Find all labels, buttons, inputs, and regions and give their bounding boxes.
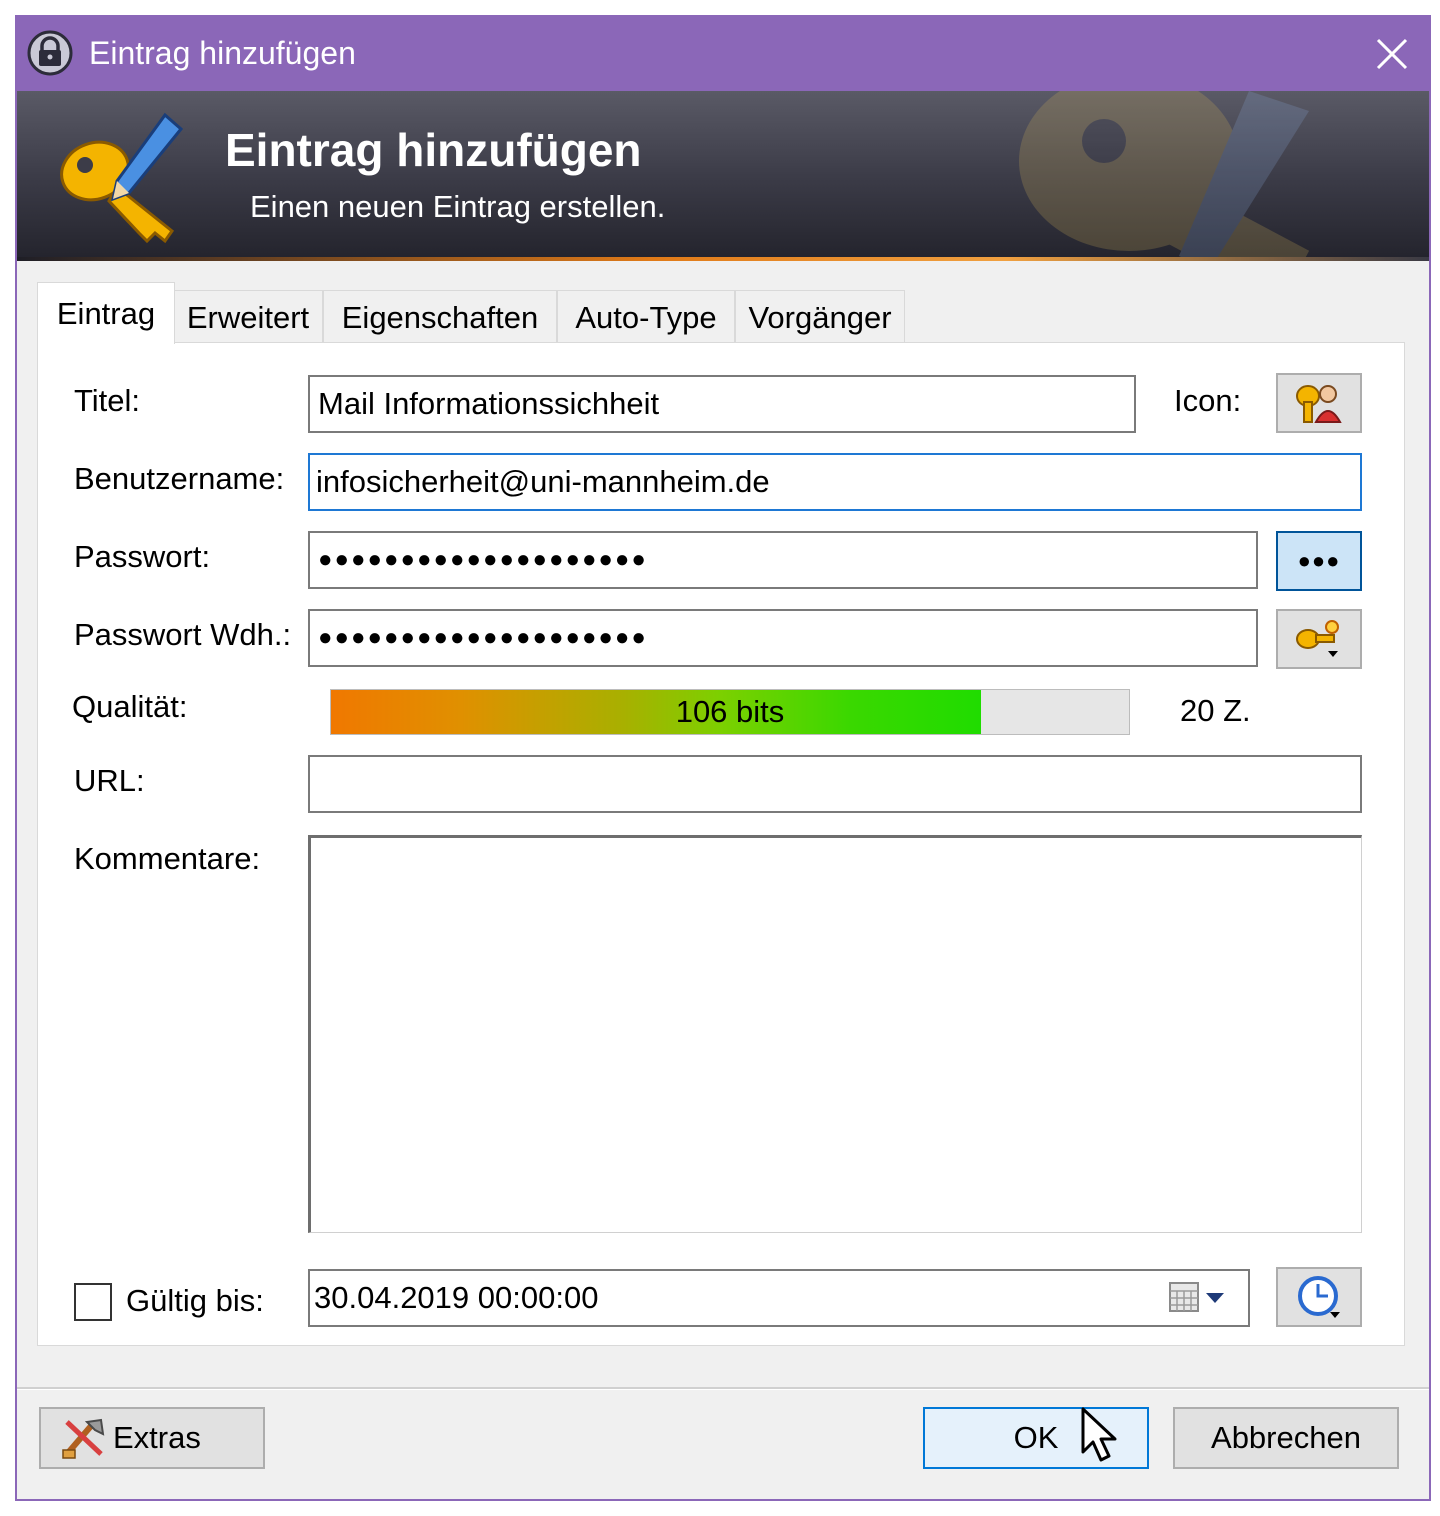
banner-accent-line	[17, 257, 1429, 261]
key-generator-icon	[1296, 620, 1339, 657]
entry-tab-panel: Titel: Mail Informationssichheit Icon: B…	[37, 342, 1405, 1346]
close-icon	[1376, 38, 1408, 70]
tools-icon	[62, 1418, 105, 1459]
ok-button[interactable]: OK	[923, 1407, 1149, 1469]
url-input[interactable]	[308, 755, 1362, 813]
username-label: Benutzername:	[74, 461, 285, 496]
password-generator-button[interactable]	[1276, 609, 1362, 669]
notes-label: Kommentare:	[74, 841, 261, 876]
icon-label: Icon:	[1174, 383, 1242, 418]
expires-date-picker[interactable]: 30.04.2019 00:00:00	[308, 1269, 1250, 1327]
clock-icon	[1298, 1276, 1340, 1318]
title-label: Titel:	[74, 383, 141, 418]
password-repeat-input[interactable]: ●●●●●●●●●●●●●●●●●●●●	[308, 609, 1258, 667]
banner-subtitle: Einen neuen Eintrag erstellen.	[250, 189, 666, 224]
password-length-text: 20 Z.	[1180, 693, 1251, 728]
banner-background-key-icon	[1019, 91, 1310, 261]
tab-erweitert[interactable]: Erweitert	[173, 290, 323, 344]
extras-button[interactable]: Extras	[39, 1407, 265, 1469]
calendar-dropdown-icon[interactable]	[1168, 1279, 1230, 1315]
expiry-presets-button[interactable]	[1276, 1267, 1362, 1327]
tab-strip: Eintrag Erweitert Eigenschaften Auto-Typ…	[37, 282, 937, 344]
title-bar: Eintrag hinzufügen	[17, 17, 1429, 91]
tab-vorgaenger[interactable]: Vorgänger	[735, 290, 905, 344]
close-button[interactable]	[1365, 27, 1419, 81]
password-quality-bar: 106 bits	[330, 689, 1130, 735]
window-title: Eintrag hinzufügen	[89, 35, 356, 71]
key-pencil-icon	[60, 112, 184, 244]
notes-textarea[interactable]	[308, 835, 1362, 1233]
icon-picker-button[interactable]	[1276, 373, 1362, 433]
quality-bits-text: 106 bits	[675, 694, 785, 729]
quality-label: Qualität:	[72, 689, 188, 724]
expires-date-value: 30.04.2019 00:00:00	[314, 1280, 599, 1315]
username-input[interactable]: infosicherheit@uni-mannheim.de	[308, 453, 1362, 511]
password-repeat-label: Passwort Wdh.:	[74, 617, 292, 652]
password-input[interactable]: ●●●●●●●●●●●●●●●●●●●●	[308, 531, 1258, 589]
password-label: Passwort:	[74, 539, 211, 574]
banner-title: Eintrag hinzufügen	[225, 124, 642, 176]
tab-eigenschaften[interactable]: Eigenschaften	[323, 290, 557, 344]
tab-auto-type[interactable]: Auto-Type	[557, 290, 735, 344]
title-input[interactable]: Mail Informationssichheit	[308, 375, 1136, 433]
expires-checkbox[interactable]	[74, 1283, 112, 1321]
add-entry-dialog: Eintrag hinzufügen Eintrag hinzufügen Ei…	[15, 15, 1431, 1501]
cancel-button[interactable]: Abbrechen	[1173, 1407, 1399, 1469]
header-banner: Eintrag hinzufügen Einen neuen Eintrag e…	[17, 91, 1429, 261]
show-password-toggle[interactable]: ●●●	[1276, 531, 1362, 591]
extras-button-label: Extras	[113, 1420, 201, 1455]
expires-label[interactable]: Gültig bis:	[126, 1283, 264, 1319]
lock-icon	[27, 30, 73, 76]
key-person-icon	[1296, 385, 1342, 423]
url-label: URL:	[74, 763, 145, 798]
tab-eintrag[interactable]: Eintrag	[37, 282, 175, 344]
